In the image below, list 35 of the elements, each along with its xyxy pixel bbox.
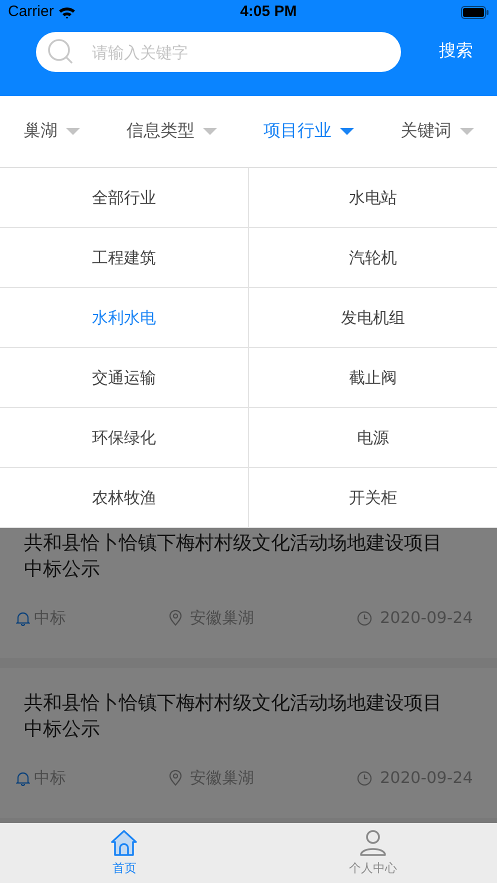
search-field[interactable]: 请输入关键字 [36,32,401,72]
location-pin-icon [169,770,182,786]
dropdown-option[interactable]: 水利水电 [0,288,248,348]
clock-icon [357,610,372,626]
location-pin-icon [169,610,182,626]
dropdown-arrow-icon [460,128,474,136]
dropdown-arrow-icon [340,128,354,136]
dropdown-arrow-icon [66,128,80,136]
filter-tab[interactable]: 巢湖 [24,118,80,144]
dropdown-arrow-icon [202,128,216,136]
status-time: 4:05 PM [240,2,297,22]
dropdown-option[interactable]: 农林牧渔 [0,468,248,528]
dropdown-option[interactable]: 交通运输 [0,348,248,408]
filter-tab[interactable]: 项目行业 [264,118,354,144]
bell-icon [16,610,30,626]
dropdown-option[interactable]: 截止阀 [248,348,497,408]
filter-tab[interactable]: 信息类型 [126,118,216,144]
search-button[interactable]: 搜索 [431,39,481,65]
search-icon [48,39,74,65]
dropdown-option[interactable]: 发电机组 [248,288,497,348]
battery-icon [460,6,489,18]
listing-title: 共和县恰卜恰镇下梅村村级文化活动场地建设项目中标公示 [24,531,443,582]
dropdown-option[interactable]: 环保绿化 [0,408,248,468]
wifi-icon [58,6,76,18]
dropdown-option[interactable]: 电源 [248,408,497,468]
bell-icon [16,770,30,786]
dropdown-option[interactable]: 水电站 [248,168,497,228]
dropdown-option[interactable]: 汽轮机 [248,228,497,288]
dropdown-option[interactable]: 工程建筑 [0,228,248,288]
dropdown-option[interactable]: 全部行业 [0,168,248,228]
filter-tab[interactable]: 关键词 [400,118,474,144]
clock-icon [357,770,372,786]
listing-title: 共和县恰卜恰镇下梅村村级文化活动场地建设项目中标公示 [24,691,443,742]
carrier-label: Carrier [8,2,54,22]
dropdown-option[interactable]: 开关柜 [248,468,497,528]
